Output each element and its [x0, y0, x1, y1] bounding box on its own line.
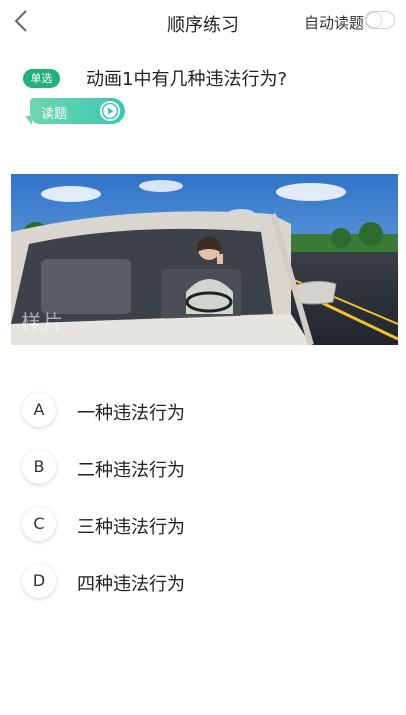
image-watermark: 样片	[21, 310, 65, 334]
top-bar: 顺序练习 自动读题	[0, 0, 406, 42]
option-letter: C	[22, 507, 56, 541]
auto-read-toggle[interactable]	[365, 11, 395, 29]
option-b[interactable]: B 二种违法行为	[22, 450, 322, 486]
option-letter: B	[22, 450, 56, 484]
question-animation-image[interactable]: 样片	[11, 174, 398, 345]
option-letter: A	[22, 393, 56, 427]
question-type-badge: 单选	[23, 69, 60, 88]
auto-read-label: 自动读题	[303, 14, 364, 32]
play-circle-icon	[100, 101, 120, 121]
car-driver-illustration	[11, 174, 398, 345]
practice-page: 顺序练习 自动读题 单选 动画1中有几种违法行为? 读题 样片 A 一种违法行为…	[0, 0, 406, 715]
toggle-knob	[367, 13, 381, 27]
question-text: 动画1中有几种违法行为?	[86, 69, 288, 90]
option-d[interactable]: D 四种违法行为	[22, 564, 322, 600]
option-text: 二种违法行为	[77, 460, 185, 481]
option-text: 四种违法行为	[77, 574, 185, 595]
option-a[interactable]: A 一种违法行为	[22, 393, 322, 429]
bubble-tail	[25, 116, 32, 125]
option-letter: D	[22, 564, 56, 598]
option-text: 三种违法行为	[77, 517, 185, 538]
option-c[interactable]: C 三种违法行为	[22, 507, 322, 543]
read-button-label: 读题	[41, 107, 68, 122]
read-question-button[interactable]: 读题	[25, 98, 125, 125]
option-text: 一种违法行为	[77, 403, 185, 424]
